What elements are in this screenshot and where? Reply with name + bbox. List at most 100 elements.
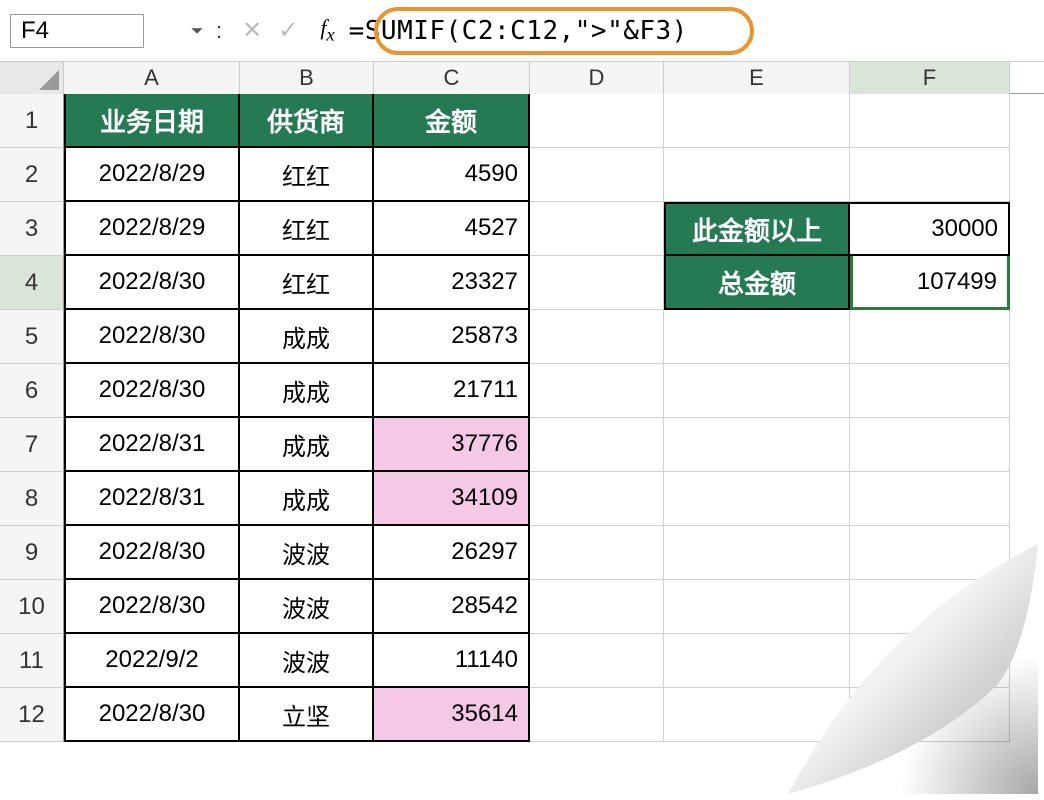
empty-cell[interactable] [664, 580, 850, 634]
empty-cell[interactable] [530, 256, 664, 310]
cell-supplier[interactable]: 成成 [240, 310, 374, 364]
name-box[interactable]: F4 [10, 14, 144, 48]
empty-cell[interactable] [850, 634, 1010, 688]
empty-cell[interactable] [530, 580, 664, 634]
cell-date[interactable]: 2022/8/31 [64, 418, 240, 472]
select-all-button[interactable] [0, 62, 64, 94]
cell-amount[interactable]: 21711 [374, 364, 530, 418]
cell-date[interactable]: 2022/8/29 [64, 202, 240, 256]
empty-cell[interactable] [664, 364, 850, 418]
cell-supplier[interactable]: 波波 [240, 580, 374, 634]
empty-cell[interactable] [530, 202, 664, 256]
cell-supplier[interactable]: 波波 [240, 526, 374, 580]
cell-date[interactable]: 2022/8/30 [64, 580, 240, 634]
empty-cell[interactable] [664, 526, 850, 580]
row-header[interactable]: 8 [0, 472, 64, 526]
empty-cell[interactable] [530, 364, 664, 418]
header-supplier[interactable]: 供货商 [240, 94, 374, 148]
empty-cell[interactable] [530, 418, 664, 472]
fx-icon[interactable]: fx [320, 15, 334, 45]
cell-supplier[interactable]: 红红 [240, 148, 374, 202]
row-header[interactable]: 3 [0, 202, 64, 256]
cell-amount[interactable]: 35614 [374, 688, 530, 742]
name-box-dropdown-icon[interactable] [190, 24, 204, 38]
table-row: 2022/8/31 成成 37776 [64, 418, 1010, 472]
cell-supplier[interactable]: 红红 [240, 202, 374, 256]
cell-amount[interactable]: 4590 [374, 148, 530, 202]
cancel-icon[interactable]: ✕ [242, 16, 262, 45]
empty-cell[interactable] [664, 688, 850, 742]
cell-date[interactable]: 2022/8/30 [64, 364, 240, 418]
row-header[interactable]: 2 [0, 148, 64, 202]
row-header[interactable]: 4 [0, 256, 64, 310]
cell-date[interactable]: 2022/8/31 [64, 472, 240, 526]
empty-cell[interactable] [664, 418, 850, 472]
cell-date[interactable]: 2022/9/2 [64, 634, 240, 688]
table-header-row: 业务日期 供货商 金额 [64, 94, 1010, 148]
row-header[interactable]: 7 [0, 418, 64, 472]
cell-date[interactable]: 2022/8/30 [64, 688, 240, 742]
row-header[interactable]: 5 [0, 310, 64, 364]
total-value-active-cell[interactable]: 107499 [850, 256, 1010, 310]
row-header[interactable]: 6 [0, 364, 64, 418]
empty-cell[interactable] [850, 94, 1010, 148]
cell-date[interactable]: 2022/8/30 [64, 526, 240, 580]
col-header-E[interactable]: E [664, 62, 850, 94]
cell-amount[interactable]: 11140 [374, 634, 530, 688]
cell-supplier[interactable]: 立坚 [240, 688, 374, 742]
cell-date[interactable]: 2022/8/30 [64, 310, 240, 364]
cell-supplier[interactable]: 成成 [240, 364, 374, 418]
row-header[interactable]: 1 [0, 94, 64, 148]
cell-amount[interactable]: 34109 [374, 472, 530, 526]
empty-cell[interactable] [530, 472, 664, 526]
empty-cell[interactable] [530, 310, 664, 364]
col-header-F[interactable]: F [850, 62, 1010, 94]
accept-icon[interactable]: ✓ [278, 16, 298, 45]
cell-supplier[interactable]: 红红 [240, 256, 374, 310]
cell-date[interactable]: 2022/8/30 [64, 256, 240, 310]
cell-amount[interactable]: 4527 [374, 202, 530, 256]
empty-cell[interactable] [530, 526, 664, 580]
header-date[interactable]: 业务日期 [64, 94, 240, 148]
empty-cell[interactable] [530, 94, 664, 148]
empty-cell[interactable] [664, 148, 850, 202]
empty-cell[interactable] [530, 148, 664, 202]
row-header[interactable]: 9 [0, 526, 64, 580]
cell-supplier[interactable]: 成成 [240, 418, 374, 472]
empty-cell[interactable] [850, 526, 1010, 580]
cell-amount[interactable]: 23327 [374, 256, 530, 310]
empty-cell[interactable] [850, 364, 1010, 418]
table-row: 2022/8/31 成成 34109 [64, 472, 1010, 526]
cell-supplier[interactable]: 成成 [240, 472, 374, 526]
row-header[interactable]: 11 [0, 634, 64, 688]
empty-cell[interactable] [664, 634, 850, 688]
empty-cell[interactable] [664, 310, 850, 364]
row-header[interactable]: 10 [0, 580, 64, 634]
cell-date[interactable]: 2022/8/29 [64, 148, 240, 202]
row-header[interactable]: 12 [0, 688, 64, 742]
empty-cell[interactable] [664, 94, 850, 148]
header-amount[interactable]: 金额 [374, 94, 530, 148]
cell-amount[interactable]: 25873 [374, 310, 530, 364]
threshold-value[interactable]: 30000 [850, 202, 1010, 256]
empty-cell[interactable] [850, 418, 1010, 472]
cell-amount[interactable]: 28542 [374, 580, 530, 634]
col-header-A[interactable]: A [64, 62, 240, 94]
empty-cell[interactable] [850, 148, 1010, 202]
cell-supplier[interactable]: 波波 [240, 634, 374, 688]
col-header-D[interactable]: D [530, 62, 664, 94]
empty-cell[interactable] [850, 580, 1010, 634]
cell-amount[interactable]: 37776 [374, 418, 530, 472]
cell-amount[interactable]: 26297 [374, 526, 530, 580]
col-header-C[interactable]: C [374, 62, 530, 94]
empty-cell[interactable] [850, 310, 1010, 364]
formula-input[interactable]: =SUMIF(C2:C12,">"&F3) [349, 16, 688, 46]
threshold-label[interactable]: 此金额以上 [664, 202, 850, 256]
empty-cell[interactable] [530, 688, 664, 742]
empty-cell[interactable] [850, 472, 1010, 526]
total-label[interactable]: 总金额 [664, 256, 850, 310]
empty-cell[interactable] [850, 688, 1010, 742]
empty-cell[interactable] [664, 472, 850, 526]
col-header-B[interactable]: B [240, 62, 374, 94]
empty-cell[interactable] [530, 634, 664, 688]
